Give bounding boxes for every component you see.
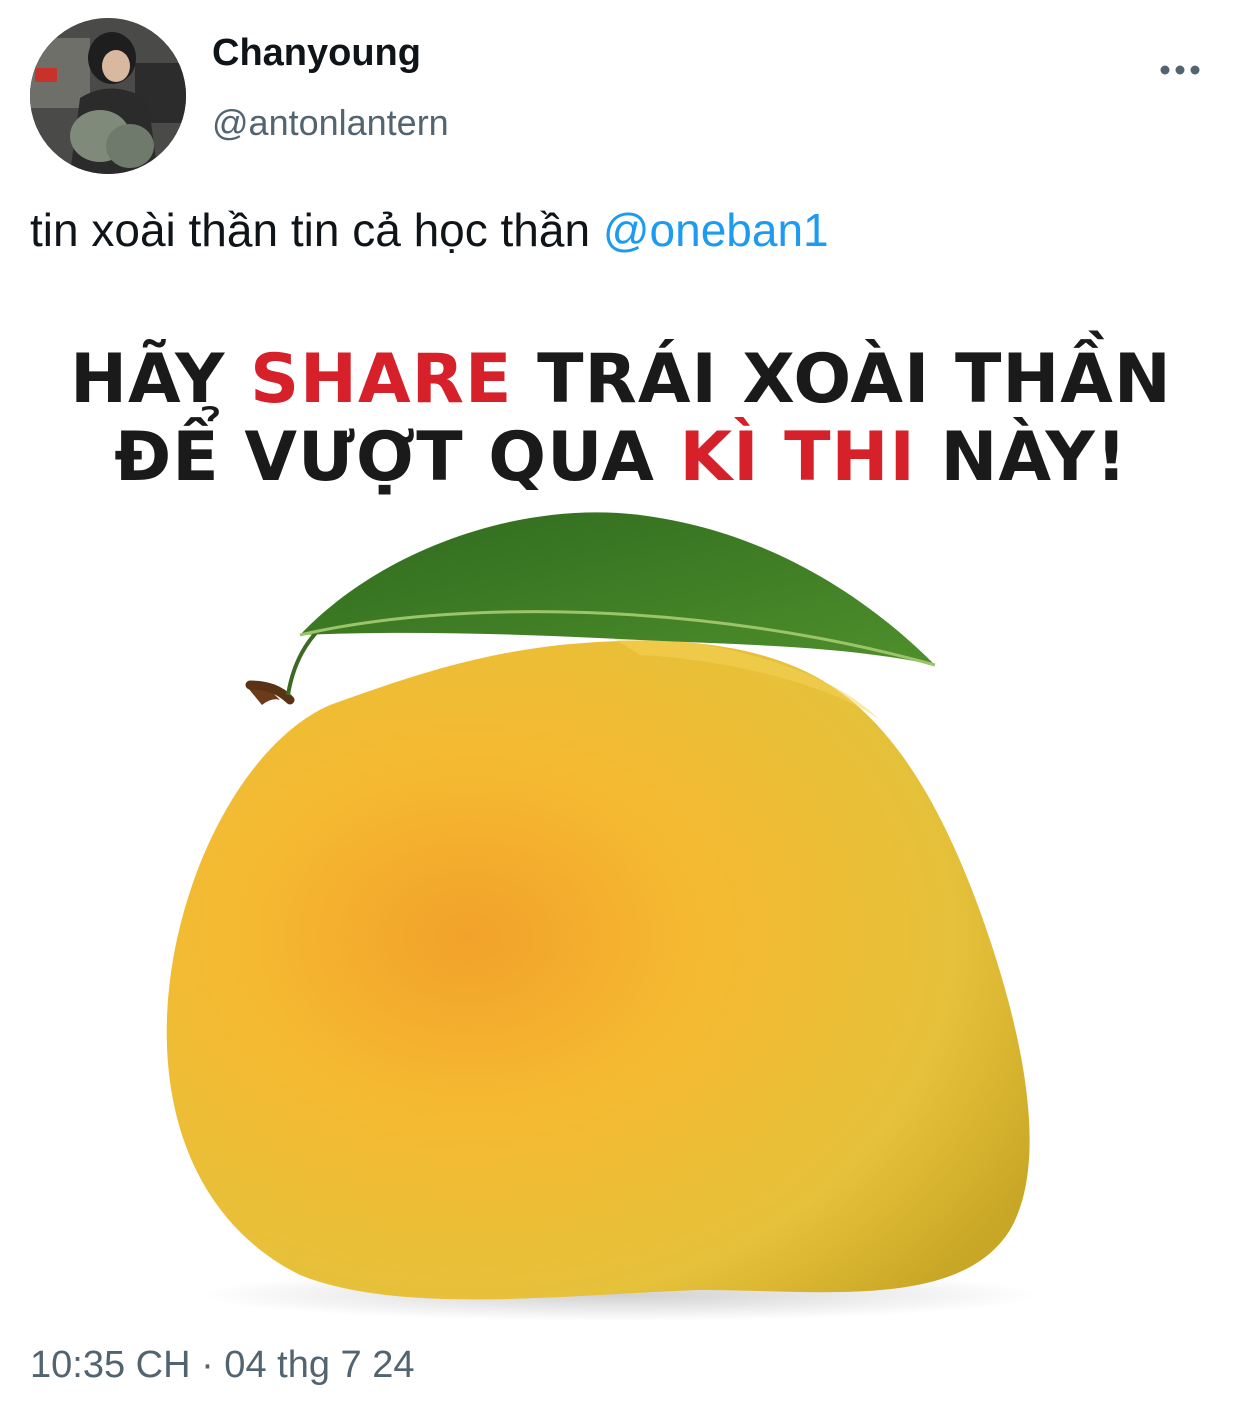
username-handle[interactable]: @antonlantern xyxy=(212,102,449,144)
meme-text: ĐỂ VƯỢT QUA xyxy=(114,418,680,497)
more-options-button[interactable] xyxy=(1150,50,1210,90)
tweet-timestamp[interactable]: 10:35 CH · 04 thg 7 24 xyxy=(30,1344,414,1387)
meme-highlight: KÌ THI xyxy=(679,418,916,497)
meme-caption-line-1: HÃY SHARE TRÁI XOÀI THẦN xyxy=(0,340,1242,419)
more-horizontal-icon xyxy=(1160,65,1200,75)
meme-caption-line-2: ĐỂ VƯỢT QUA KÌ THI NÀY! xyxy=(0,418,1242,497)
avatar[interactable] xyxy=(30,18,186,174)
profile-photo xyxy=(30,18,186,174)
meme-highlight: SHARE xyxy=(250,340,513,419)
display-name[interactable]: Chanyoung xyxy=(212,32,421,75)
meme-text: HÃY xyxy=(70,340,251,419)
meme-text: NÀY! xyxy=(915,418,1128,497)
meme-text: TRÁI XOÀI THẦN xyxy=(512,340,1172,419)
tweet-text: tin xoài thần tin cả học thần @oneban1 xyxy=(30,203,829,257)
tweet-body: tin xoài thần tin cả học thần xyxy=(30,204,603,256)
mention-link[interactable]: @oneban1 xyxy=(603,204,829,256)
